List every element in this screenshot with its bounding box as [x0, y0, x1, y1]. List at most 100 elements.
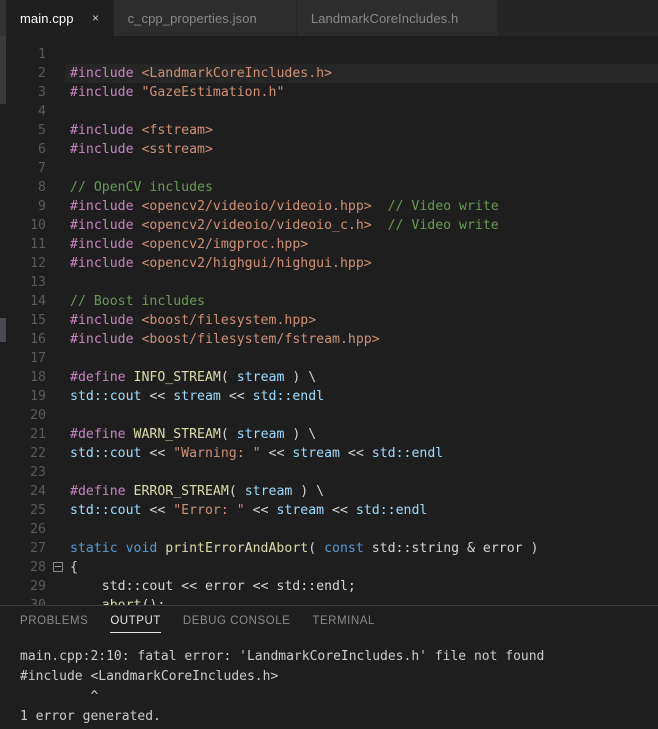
- code-token: <<: [339, 446, 372, 461]
- code-token: #include: [70, 199, 142, 214]
- code-token: <fstream>: [141, 123, 213, 138]
- code-token: {: [70, 560, 78, 575]
- code-line-text: #include <boost/filesystem.hpp>: [0, 311, 658, 330]
- code-token: stream: [173, 389, 221, 404]
- output-view[interactable]: main.cpp:2:10: fatal error: 'LandmarkCor…: [0, 641, 658, 729]
- code-token: void: [125, 541, 166, 556]
- code-line[interactable]: 11 #include <opencv2/imgproc.hpp>: [0, 235, 658, 254]
- code-editor[interactable]: 1 2 #include <LandmarkCoreIncludes.h> 3 #inc…: [0, 36, 658, 605]
- tab-bar-empty-space: [498, 0, 658, 36]
- code-line-text: // OpenCV includes: [0, 178, 658, 197]
- code-line[interactable]: 2 #include <LandmarkCoreIncludes.h>: [0, 64, 658, 83]
- code-line[interactable]: 4: [0, 102, 658, 121]
- code-line-text: {: [0, 558, 658, 577]
- code-line[interactable]: 10 #include <opencv2/videoio/videoio_c.h>…: [0, 216, 658, 235]
- line-number: 23: [30, 465, 46, 480]
- code-token: "GazeEstimation.h": [141, 85, 285, 100]
- code-line-text: #include <sstream>: [0, 140, 658, 159]
- line-number: 13: [30, 275, 46, 290]
- code-token: <LandmarkCoreIncludes.h>: [141, 66, 333, 81]
- code-token: stream: [236, 370, 285, 385]
- code-line[interactable]: 9 #include <opencv2/videoio/videoio.hpp> …: [0, 197, 658, 216]
- code-line[interactable]: 27 static void printErrorAndAbort( const …: [0, 539, 658, 558]
- code-token: abort: [102, 598, 142, 605]
- vscode-window: main.cpp×c_cpp_properties.json×LandmarkC…: [0, 0, 658, 729]
- code-line-text: // Boost includes: [0, 292, 658, 311]
- code-token: // Video write: [371, 199, 499, 214]
- code-token: stream: [244, 484, 293, 499]
- editor-vertical-scrollbar[interactable]: [0, 36, 6, 605]
- code-line-text: #define ERROR_STREAM( stream ) \: [0, 482, 658, 501]
- scrollbar-thumb[interactable]: [0, 318, 6, 342]
- code-line[interactable]: 20: [0, 406, 658, 425]
- editor-tab-landmarkcoreincludes-h[interactable]: LandmarkCoreIncludes.h×: [296, 0, 499, 36]
- code-line-text: std::cout << "Warning: " << stream << st…: [0, 444, 658, 463]
- code-token: (: [220, 427, 237, 442]
- bottom-panel: PROBLEMS OUTPUT DEBUG CONSOLE TERMINAL main…: [0, 605, 658, 729]
- panel-tab-terminal[interactable]: TERMINAL: [312, 614, 375, 633]
- code-token: // OpenCV includes: [70, 180, 213, 195]
- code-token: ERROR_STREAM: [133, 484, 229, 499]
- code-line[interactable]: 29 std::cout << error << std::endl;: [0, 577, 658, 596]
- code-line[interactable]: 30 abort();: [0, 596, 658, 605]
- code-line[interactable]: 8// OpenCV includes: [0, 178, 658, 197]
- line-number: 26: [30, 522, 46, 537]
- code-line[interactable]: 26: [0, 520, 658, 539]
- editor-tab-main-cpp[interactable]: main.cpp ×: [6, 0, 114, 36]
- code-token: static: [70, 541, 126, 556]
- code-token: std::cout: [70, 503, 142, 518]
- code-line[interactable]: 17: [0, 349, 658, 368]
- code-token: stream: [276, 503, 325, 518]
- code-token: INFO_STREAM: [133, 370, 221, 385]
- code-token: ) \: [284, 427, 317, 442]
- code-line[interactable]: 12 #include <opencv2/highgui/highgui.hpp>: [0, 254, 658, 273]
- code-line[interactable]: 15 #include <boost/filesystem.hpp>: [0, 311, 658, 330]
- code-line[interactable]: 18 #define INFO_STREAM( stream ) \: [0, 368, 658, 387]
- code-token: stream: [236, 427, 285, 442]
- code-line[interactable]: 28{: [0, 558, 658, 577]
- code-line[interactable]: 7: [0, 159, 658, 178]
- line-number: 4: [38, 104, 46, 119]
- editor-tab-label: c_cpp_properties.json: [127, 10, 257, 26]
- panel-tab-problems[interactable]: PROBLEMS: [20, 614, 88, 633]
- code-line[interactable]: 24 #define ERROR_STREAM( stream ) \: [0, 482, 658, 501]
- code-token: #define: [70, 484, 134, 499]
- code-line[interactable]: 5 #include <fstream>: [0, 121, 658, 140]
- code-token: std::endl: [355, 503, 428, 518]
- code-line[interactable]: 14// Boost includes: [0, 292, 658, 311]
- panel-tab-bar: PROBLEMS OUTPUT DEBUG CONSOLE TERMINAL: [0, 606, 658, 641]
- code-line[interactable]: 13: [0, 273, 658, 292]
- panel-tab-debug-console[interactable]: DEBUG CONSOLE: [183, 614, 290, 633]
- code-line-text: std::cout << stream << std::endl: [0, 387, 658, 406]
- code-line[interactable]: 21 #define WARN_STREAM( stream ) \: [0, 425, 658, 444]
- code-line-text: #define WARN_STREAM( stream ) \: [0, 425, 658, 444]
- code-line[interactable]: 3 #include "GazeEstimation.h": [0, 83, 658, 102]
- code-line[interactable]: 25 std::cout << "Error: " << stream << st…: [0, 501, 658, 520]
- code-line-text: #define INFO_STREAM( stream ) \: [0, 368, 658, 387]
- close-icon[interactable]: ×: [90, 12, 102, 24]
- code-token: #include: [70, 85, 142, 100]
- code-token: <boost/filesystem/fstream.hpp>: [141, 332, 380, 347]
- code-token: <opencv2/imgproc.hpp>: [141, 237, 309, 252]
- code-token: WARN_STREAM: [133, 427, 221, 442]
- code-token: std::cout: [70, 446, 142, 461]
- scrollbar-decoration-top: [0, 36, 6, 104]
- line-number: 1: [38, 47, 46, 62]
- editor-tab-c-cpp-properties-json[interactable]: c_cpp_properties.json×: [113, 0, 297, 36]
- code-token: #include: [70, 237, 142, 252]
- panel-tab-output[interactable]: OUTPUT: [110, 614, 161, 633]
- code-token: ();: [141, 598, 165, 605]
- line-number: 7: [38, 161, 46, 176]
- code-line[interactable]: 16 #include <boost/filesystem/fstream.hpp…: [0, 330, 658, 349]
- code-lines-container[interactable]: 1 2 #include <LandmarkCoreIncludes.h> 3 #inc…: [0, 36, 658, 605]
- code-line[interactable]: 23: [0, 463, 658, 482]
- code-line[interactable]: 6 #include <sstream>: [0, 140, 658, 159]
- code-token: #include: [70, 66, 142, 81]
- code-line[interactable]: 1: [0, 45, 658, 64]
- code-line[interactable]: 22 std::cout << "Warning: " << stream << …: [0, 444, 658, 463]
- line-number: 20: [30, 408, 46, 423]
- code-line[interactable]: 19 std::cout << stream << std::endl: [0, 387, 658, 406]
- code-token: <<: [141, 389, 174, 404]
- code-line-text: #include <opencv2/imgproc.hpp>: [0, 235, 658, 254]
